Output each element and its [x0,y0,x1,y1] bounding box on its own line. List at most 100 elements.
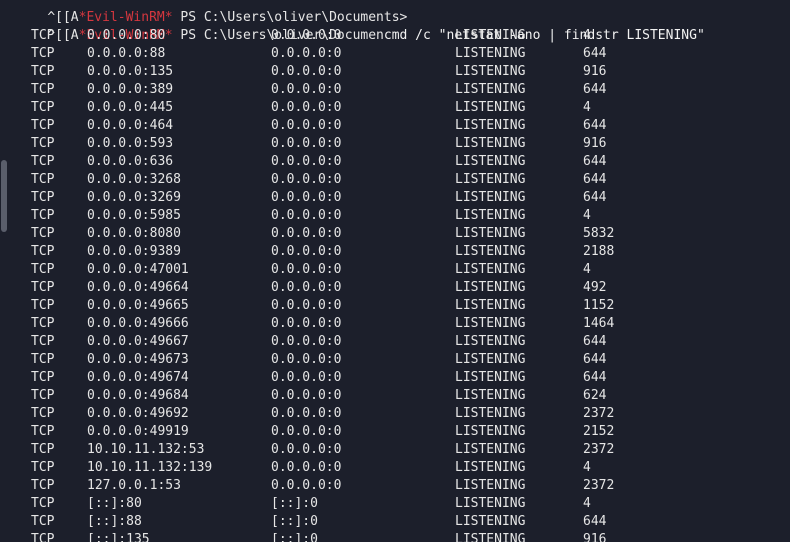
state-cell: LISTENING [455,460,526,475]
local-address-cell: 10.10.11.132:139 [87,460,213,475]
local-address-cell: 0.0.0.0:88 [87,46,166,61]
netstat-row: TCP 0.0.0.0:3268 0.0.0.0:0 LISTENING 644 [0,171,790,189]
netstat-row: TCP 0.0.0.0:593 0.0.0.0:0 LISTENING 916 [0,135,790,153]
pid-cell: 4 [583,208,591,223]
pid-cell: 916 [583,136,607,151]
state-cell: LISTENING [455,208,526,223]
local-address-cell: 0.0.0.0:9389 [87,244,181,259]
netstat-row: TCP 0.0.0.0:49673 0.0.0.0:0 LISTENING 644 [0,351,790,369]
netstat-row: TCP 0.0.0.0:389 0.0.0.0:0 LISTENING 644 [0,81,790,99]
foreign-address-cell: 0.0.0.0:0 [271,226,342,241]
state-cell: LISTENING [455,136,526,151]
foreign-address-cell: 0.0.0.0:0 [271,352,342,367]
netstat-row: TCP [::]:135 [::]:0 LISTENING 916 [0,531,790,542]
foreign-address-cell: [::]:0 [271,532,318,542]
netstat-row: TCP 0.0.0.0:49919 0.0.0.0:0 LISTENING 2152 [0,423,790,441]
protocol-cell: TCP [31,370,55,385]
pid-cell: 624 [583,388,607,403]
protocol-cell: TCP [31,82,55,97]
pid-cell: 5832 [583,226,615,241]
pid-cell: 644 [583,334,607,349]
protocol-cell: TCP [31,442,55,457]
state-cell: LISTENING [455,496,526,511]
state-cell: LISTENING [455,28,526,43]
local-address-cell: 0.0.0.0:135 [87,64,174,79]
pid-cell: 4 [583,28,591,43]
protocol-cell: TCP [31,100,55,115]
netstat-row: TCP 0.0.0.0:49684 0.0.0.0:0 LISTENING 624 [0,387,790,405]
protocol-cell: TCP [31,388,55,403]
netstat-row: TCP [::]:88 [::]:0 LISTENING 644 [0,513,790,531]
protocol-cell: TCP [31,316,55,331]
netstat-row: TCP 127.0.0.1:53 0.0.0.0:0 LISTENING 2372 [0,477,790,495]
pid-cell: 1152 [583,298,615,313]
protocol-cell: TCP [31,460,55,475]
pid-cell: 644 [583,82,607,97]
netstat-row: TCP 0.0.0.0:8080 0.0.0.0:0 LISTENING 5832 [0,225,790,243]
pid-cell: 492 [583,280,607,295]
protocol-cell: TCP [31,64,55,79]
local-address-cell: 0.0.0.0:49919 [87,424,189,439]
protocol-cell: TCP [31,280,55,295]
state-cell: LISTENING [455,514,526,529]
foreign-address-cell: 0.0.0.0:0 [271,28,342,43]
protocol-cell: TCP [31,478,55,493]
terminal-window[interactable]: ^[[A*Evil-WinRM* PS C:\Users\oliver\Docu… [0,0,790,542]
local-address-cell: 0.0.0.0:49674 [87,370,189,385]
pid-cell: 644 [583,172,607,187]
prompt-line-previous: ^[[A*Evil-WinRM* PS C:\Users\oliver\Docu… [16,0,407,25]
state-cell: LISTENING [455,100,526,115]
pid-cell: 2152 [583,424,615,439]
foreign-address-cell: 0.0.0.0:0 [271,334,342,349]
pid-cell: 644 [583,154,607,169]
pid-cell: 644 [583,514,607,529]
protocol-cell: TCP [31,298,55,313]
foreign-address-cell: 0.0.0.0:0 [271,172,342,187]
foreign-address-cell: 0.0.0.0:0 [271,316,342,331]
local-address-cell: [::]:88 [87,514,142,529]
foreign-address-cell: 0.0.0.0:0 [271,82,342,97]
protocol-cell: TCP [31,136,55,151]
local-address-cell: 0.0.0.0:636 [87,154,174,169]
netstat-row: TCP 0.0.0.0:80 0.0.0.0:0 LISTENING 4 [0,27,790,45]
protocol-cell: TCP [31,244,55,259]
pid-cell: 1464 [583,316,615,331]
foreign-address-cell: 0.0.0.0:0 [271,424,342,439]
local-address-cell: 0.0.0.0:464 [87,118,174,133]
protocol-cell: TCP [31,406,55,421]
local-address-cell: 0.0.0.0:49684 [87,388,189,403]
pid-cell: 644 [583,370,607,385]
foreign-address-cell: 0.0.0.0:0 [271,154,342,169]
prompt-line-current[interactable]: ^[[A*Evil-WinRM* PS C:\Users\oliver\Docu… [16,9,704,43]
pid-cell: 4 [583,496,591,511]
pid-cell: 4 [583,100,591,115]
protocol-cell: TCP [31,226,55,241]
foreign-address-cell: 0.0.0.0:0 [271,280,342,295]
protocol-cell: TCP [31,46,55,61]
state-cell: LISTENING [455,244,526,259]
state-cell: LISTENING [455,442,526,457]
pid-cell: 2188 [583,244,615,259]
foreign-address-cell: 0.0.0.0:0 [271,136,342,151]
state-cell: LISTENING [455,532,526,542]
netstat-row: TCP 0.0.0.0:49674 0.0.0.0:0 LISTENING 644 [0,369,790,387]
netstat-row: TCP 0.0.0.0:49666 0.0.0.0:0 LISTENING 1464 [0,315,790,333]
local-address-cell: 0.0.0.0:593 [87,136,174,151]
protocol-cell: TCP [31,424,55,439]
foreign-address-cell: 0.0.0.0:0 [271,298,342,313]
protocol-cell: TCP [31,262,55,277]
foreign-address-cell: 0.0.0.0:0 [271,388,342,403]
pid-cell: 644 [583,190,607,205]
foreign-address-cell: 0.0.0.0:0 [271,406,342,421]
state-cell: LISTENING [455,424,526,439]
local-address-cell: 127.0.0.1:53 [87,478,181,493]
protocol-cell: TCP [31,190,55,205]
local-address-cell: 0.0.0.0:49692 [87,406,189,421]
local-address-cell: 0.0.0.0:49667 [87,334,189,349]
local-address-cell: 0.0.0.0:80 [87,28,166,43]
state-cell: LISTENING [455,172,526,187]
foreign-address-cell: 0.0.0.0:0 [271,262,342,277]
state-cell: LISTENING [455,64,526,79]
local-address-cell: 0.0.0.0:3268 [87,172,181,187]
pid-cell: 644 [583,46,607,61]
